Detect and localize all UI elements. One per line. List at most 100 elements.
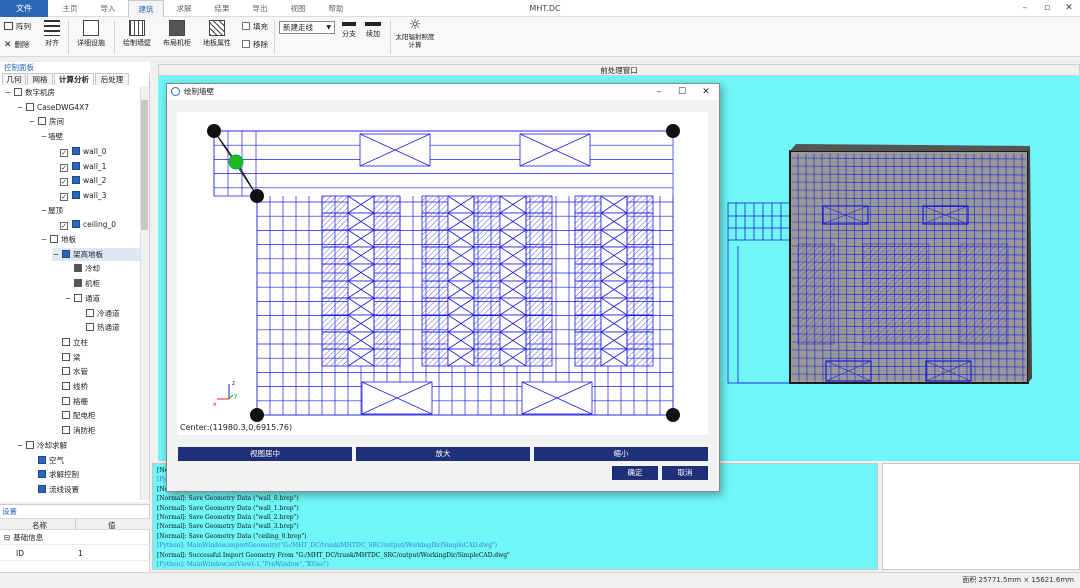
collapse-icon[interactable]: − — [16, 101, 24, 114]
visibility-checkbox[interactable]: ✓ — [60, 178, 68, 187]
tab-help[interactable]: 帮助 — [318, 0, 354, 17]
tree-item[interactable]: − 架高地板 — [52, 247, 140, 261]
settings-row[interactable]: ID 1 — [0, 547, 150, 561]
cad-plan[interactable]: z y x — [177, 112, 708, 435]
solar-calc-button[interactable]: ☼ 太阳辐射照度计算 — [394, 18, 436, 50]
branch-button[interactable]: 分支 — [338, 22, 360, 39]
tab-mesh[interactable]: 网格 — [27, 73, 53, 85]
zoom-in-button[interactable]: 放大 — [356, 447, 530, 461]
collapse-icon[interactable]: − — [40, 204, 48, 217]
tree-item[interactable]: − 房间 — [28, 115, 64, 128]
rack-cell — [421, 280, 449, 299]
remove-check-box[interactable] — [242, 40, 250, 48]
tree-item[interactable]: − CaseDWG4X7 — [16, 101, 89, 114]
tree-item[interactable]: 梁 — [52, 351, 81, 364]
fill-check-box[interactable] — [242, 22, 250, 30]
wall-node[interactable] — [250, 189, 264, 203]
rack-cell — [373, 246, 401, 265]
dialog-maximize-button[interactable]: ☐ — [673, 84, 691, 100]
collapse-icon[interactable]: − — [64, 292, 72, 305]
active-wall-node[interactable] — [228, 154, 244, 170]
tree-item[interactable]: 消防柜 — [52, 424, 96, 437]
tab-building[interactable]: 建筑 — [128, 0, 164, 17]
tree-item[interactable]: 格栅 — [52, 395, 88, 408]
channel-icon — [74, 293, 82, 302]
tree-item[interactable]: 冷却 — [64, 262, 100, 275]
cancel-button[interactable]: 取消 — [662, 466, 708, 480]
wall-node[interactable] — [207, 124, 221, 138]
tree-item[interactable]: 冷通道 — [76, 307, 120, 320]
tree-scrollbar-thumb[interactable] — [141, 100, 148, 230]
tab-geometry[interactable]: 几何 — [2, 73, 26, 85]
minimize-button[interactable]: – — [1014, 0, 1036, 17]
rack-cell — [525, 246, 553, 265]
tab-solve[interactable]: 求解 — [166, 0, 202, 17]
tree-item-label: 配电柜 — [73, 411, 96, 421]
collapse-icon[interactable]: − — [16, 439, 24, 452]
tree-item[interactable]: ✓ ceiling_0 — [52, 218, 116, 231]
layout-cabinet-button[interactable]: 布局机柜 — [158, 18, 196, 48]
tab-home[interactable]: 主页 — [52, 0, 88, 17]
tab-view[interactable]: 视图 — [280, 0, 316, 17]
remove-checkbox[interactable]: 移除 — [242, 38, 268, 51]
tree-item[interactable]: 求解控制 — [28, 468, 79, 481]
tree-item[interactable]: ✓ wall_0 — [52, 145, 106, 158]
delete-button[interactable]: ✕ 删除 — [4, 38, 30, 51]
tab-analysis[interactable]: 计算分析 — [54, 73, 94, 85]
visibility-checkbox[interactable]: ✓ — [60, 192, 68, 201]
collapse-icon[interactable]: − — [28, 115, 36, 128]
wall-node[interactable] — [250, 408, 264, 422]
tree-item[interactable]: −屋顶 — [40, 204, 63, 217]
tab-import[interactable]: 导入 — [90, 0, 126, 17]
tab-export[interactable]: 导出 — [242, 0, 278, 17]
collapse-icon[interactable]: − — [52, 248, 60, 261]
tree-item[interactable]: ✓ wall_2 — [52, 174, 106, 187]
dialog-minimize-button[interactable]: – — [650, 84, 668, 100]
tree-item[interactable]: − 冷却求解 — [16, 439, 67, 452]
visibility-checkbox[interactable]: ✓ — [60, 148, 68, 157]
tree-item[interactable]: 配电柜 — [52, 409, 96, 422]
fill-checkbox[interactable]: 填充 — [242, 20, 268, 33]
tree-item[interactable]: −墙壁 — [40, 130, 63, 143]
wall-drawing-canvas[interactable]: z y x — [177, 112, 708, 435]
collapse-icon[interactable]: − — [40, 233, 48, 246]
file-menu-tab[interactable]: 文件 — [0, 0, 48, 17]
zoom-out-button[interactable]: 缩小 — [534, 447, 708, 461]
visibility-checkbox[interactable]: ✓ — [60, 222, 68, 231]
collapse-icon[interactable]: ⊟ — [4, 533, 10, 542]
tab-results[interactable]: 结果 — [204, 0, 240, 17]
draw-wall-button[interactable]: 绘制墙壁 — [118, 18, 156, 48]
center-view-button[interactable]: 视图居中 — [178, 447, 352, 461]
visibility-checkbox[interactable]: ✓ — [60, 163, 68, 172]
tab-postprocess[interactable]: 后处理 — [95, 73, 129, 85]
array-button[interactable]: 阵列 — [4, 20, 31, 33]
floor-props-button[interactable]: 地板属性 — [198, 18, 236, 48]
rack-cell — [626, 263, 654, 282]
app-logo-icon — [171, 87, 180, 96]
tree-item[interactable]: 热通道 — [76, 321, 120, 334]
collapse-icon[interactable]: − — [40, 130, 48, 143]
close-button[interactable]: ✕ — [1058, 0, 1080, 17]
dialog-close-button[interactable]: ✕ — [697, 84, 715, 100]
tree-item[interactable]: 机柜 — [64, 277, 100, 290]
tree-item[interactable]: 水管 — [52, 365, 88, 378]
collapse-icon[interactable]: − — [4, 86, 12, 99]
ok-button[interactable]: 确定 — [612, 466, 658, 480]
tree-item[interactable]: 空气 — [28, 454, 64, 467]
wall-node[interactable] — [666, 124, 680, 138]
continue-button[interactable]: 续加 — [362, 22, 384, 39]
settings-group[interactable]: ⊟ 基础信息 — [0, 531, 150, 545]
tree-item[interactable]: − 通道 — [64, 292, 100, 305]
tree-item[interactable]: − 地板 — [40, 233, 76, 246]
align-button[interactable]: 对齐 — [40, 18, 64, 48]
line-type-select[interactable]: 新建走线 ▼ — [279, 21, 335, 34]
wall-node[interactable] — [666, 408, 680, 422]
tree-item[interactable]: − 数字机房 — [4, 86, 55, 99]
tree-item[interactable]: ✓ wall_3 — [52, 189, 106, 202]
tree-item[interactable]: 立柱 — [52, 336, 88, 349]
restore-button[interactable]: ▫ — [1036, 0, 1058, 17]
tree-item[interactable]: ✓ wall_1 — [52, 160, 106, 173]
detail-devices-button[interactable]: 详细设施 — [72, 18, 110, 48]
tree-item[interactable]: 线桥 — [52, 380, 88, 393]
tree-item[interactable]: 流线设置 — [28, 483, 79, 496]
